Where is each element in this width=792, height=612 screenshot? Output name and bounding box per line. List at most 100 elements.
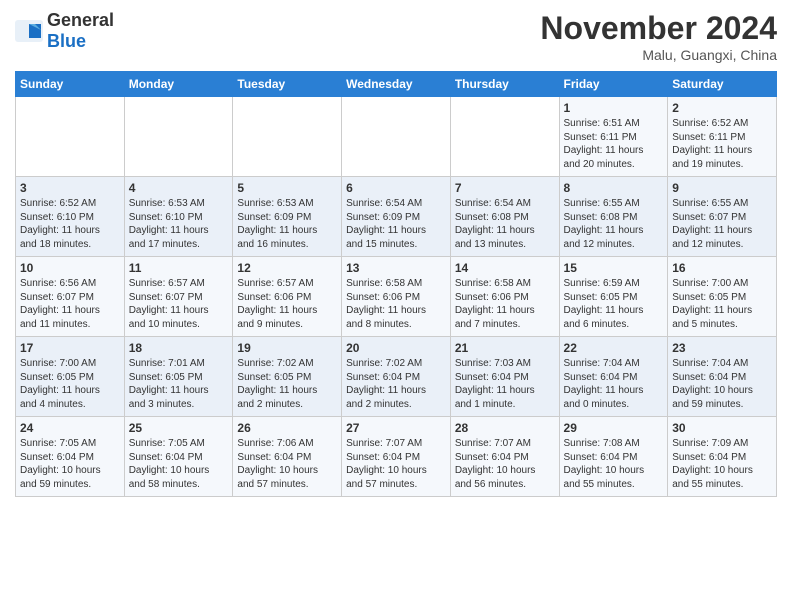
cell-content: Sunrise: 7:06 AM Sunset: 6:04 PM Dayligh…	[237, 437, 337, 491]
day-number: 22	[564, 341, 664, 355]
cell-content: Sunrise: 7:05 AM Sunset: 6:04 PM Dayligh…	[129, 437, 229, 491]
week-row-4: 17 Sunrise: 7:00 AM Sunset: 6:05 PM Dayli…	[16, 337, 777, 417]
cell-content: Sunrise: 6:53 AM Sunset: 6:10 PM Dayligh…	[129, 197, 229, 251]
logo-general: General	[47, 10, 114, 30]
calendar-cell: 28Sunrise: 7:07 AM Sunset: 6:04 PM Dayli…	[450, 417, 559, 497]
calendar-cell: 24Sunrise: 7:05 AM Sunset: 6:04 PM Dayli…	[16, 417, 125, 497]
cell-content: Sunrise: 7:07 AM Sunset: 6:04 PM Dayligh…	[455, 437, 555, 491]
day-number: 26	[237, 421, 337, 435]
day-number: 15	[564, 261, 664, 275]
day-number: 13	[346, 261, 446, 275]
day-number: 2	[672, 101, 772, 115]
calendar-cell: 26 Sunrise: 7:06 AM Sunset: 6:04 PM Dayli…	[233, 417, 342, 497]
day-number: 23	[672, 341, 772, 355]
day-number: 10	[20, 261, 120, 275]
logo-blue: Blue	[47, 31, 86, 51]
calendar-cell: 22 Sunrise: 7:04 AM Sunset: 6:04 PM Dayli…	[559, 337, 668, 417]
cell-content: Sunrise: 6:58 AM Sunset: 6:06 PM Dayligh…	[455, 277, 555, 331]
weekday-header-wednesday: Wednesday	[342, 72, 451, 97]
weekday-header-sunday: Sunday	[16, 72, 125, 97]
weekday-header-monday: Monday	[124, 72, 233, 97]
day-number: 18	[129, 341, 229, 355]
weekday-header-saturday: Saturday	[668, 72, 777, 97]
calendar-cell: 21Sunrise: 7:03 AM Sunset: 6:04 PM Dayli…	[450, 337, 559, 417]
day-number: 29	[564, 421, 664, 435]
month-title: November 2024	[540, 10, 777, 47]
day-number: 1	[564, 101, 664, 115]
cell-content: Sunrise: 6:56 AM Sunset: 6:07 PM Dayligh…	[20, 277, 120, 331]
day-number: 27	[346, 421, 446, 435]
day-number: 16	[672, 261, 772, 275]
cell-content: Sunrise: 7:01 AM Sunset: 6:05 PM Dayligh…	[129, 357, 229, 411]
calendar-cell: 19Sunrise: 7:02 AM Sunset: 6:05 PM Dayli…	[233, 337, 342, 417]
calendar-cell: 18 Sunrise: 7:01 AM Sunset: 6:05 PM Dayli…	[124, 337, 233, 417]
day-number: 30	[672, 421, 772, 435]
calendar-cell: 30Sunrise: 7:09 AM Sunset: 6:04 PM Dayli…	[668, 417, 777, 497]
calendar-cell	[124, 97, 233, 177]
cell-content: Sunrise: 6:59 AM Sunset: 6:05 PM Dayligh…	[564, 277, 664, 331]
cell-content: Sunrise: 6:57 AM Sunset: 6:07 PM Dayligh…	[129, 277, 229, 331]
calendar-cell: 23 Sunrise: 7:04 AM Sunset: 6:04 PM Dayli…	[668, 337, 777, 417]
cell-content: Sunrise: 7:07 AM Sunset: 6:04 PM Dayligh…	[346, 437, 446, 491]
calendar-cell: 29 Sunrise: 7:08 AM Sunset: 6:04 PM Dayli…	[559, 417, 668, 497]
cell-content: Sunrise: 6:57 AM Sunset: 6:06 PM Dayligh…	[237, 277, 337, 331]
calendar-cell: 17 Sunrise: 7:00 AM Sunset: 6:05 PM Dayli…	[16, 337, 125, 417]
cell-content: Sunrise: 6:51 AM Sunset: 6:11 PM Dayligh…	[564, 117, 664, 171]
cell-content: Sunrise: 7:00 AM Sunset: 6:05 PM Dayligh…	[20, 357, 120, 411]
cell-content: Sunrise: 7:08 AM Sunset: 6:04 PM Dayligh…	[564, 437, 664, 491]
cell-content: Sunrise: 7:00 AM Sunset: 6:05 PM Dayligh…	[672, 277, 772, 331]
calendar-cell: 14Sunrise: 6:58 AM Sunset: 6:06 PM Dayli…	[450, 257, 559, 337]
cell-content: Sunrise: 6:55 AM Sunset: 6:08 PM Dayligh…	[564, 197, 664, 251]
weekday-header-thursday: Thursday	[450, 72, 559, 97]
calendar-cell	[233, 97, 342, 177]
calendar-cell: 13 Sunrise: 6:58 AM Sunset: 6:06 PM Dayli…	[342, 257, 451, 337]
logo-icon	[15, 20, 43, 42]
cell-content: Sunrise: 7:02 AM Sunset: 6:04 PM Dayligh…	[346, 357, 446, 411]
logo-text: General Blue	[47, 10, 114, 52]
day-number: 5	[237, 181, 337, 195]
weekday-header-tuesday: Tuesday	[233, 72, 342, 97]
week-row-1: 1 Sunrise: 6:51 AM Sunset: 6:11 PM Daylig…	[16, 97, 777, 177]
day-number: 9	[672, 181, 772, 195]
calendar-cell: 27 Sunrise: 7:07 AM Sunset: 6:04 PM Dayli…	[342, 417, 451, 497]
day-number: 7	[455, 181, 555, 195]
calendar-cell: 2Sunrise: 6:52 AM Sunset: 6:11 PM Daylig…	[668, 97, 777, 177]
weekday-header-row: SundayMondayTuesdayWednesdayThursdayFrid…	[16, 72, 777, 97]
calendar-cell: 20 Sunrise: 7:02 AM Sunset: 6:04 PM Dayli…	[342, 337, 451, 417]
day-number: 11	[129, 261, 229, 275]
day-number: 17	[20, 341, 120, 355]
calendar-cell: 3Sunrise: 6:52 AM Sunset: 6:10 PM Daylig…	[16, 177, 125, 257]
cell-content: Sunrise: 7:04 AM Sunset: 6:04 PM Dayligh…	[564, 357, 664, 411]
cell-content: Sunrise: 7:02 AM Sunset: 6:05 PM Dayligh…	[237, 357, 337, 411]
cell-content: Sunrise: 6:55 AM Sunset: 6:07 PM Dayligh…	[672, 197, 772, 251]
cell-content: Sunrise: 7:03 AM Sunset: 6:04 PM Dayligh…	[455, 357, 555, 411]
calendar-cell: 1 Sunrise: 6:51 AM Sunset: 6:11 PM Daylig…	[559, 97, 668, 177]
calendar-cell: 10 Sunrise: 6:56 AM Sunset: 6:07 PM Dayli…	[16, 257, 125, 337]
calendar-cell: 9 Sunrise: 6:55 AM Sunset: 6:07 PM Daylig…	[668, 177, 777, 257]
week-row-5: 24 Sunrise: 7:05 AM Sunset: 6:04 PM Dayli…	[16, 417, 777, 497]
cell-content: Sunrise: 7:04 AM Sunset: 6:04 PM Dayligh…	[672, 357, 772, 411]
logo: General Blue	[15, 10, 114, 52]
day-number: 24	[20, 421, 120, 435]
day-number: 8	[564, 181, 664, 195]
page-header: General Blue November 2024 Malu, Guangxi…	[15, 10, 777, 63]
day-number: 3	[20, 181, 120, 195]
cell-content: Sunrise: 6:58 AM Sunset: 6:06 PM Dayligh…	[346, 277, 446, 331]
cell-content: Sunrise: 6:54 AM Sunset: 6:08 PM Dayligh…	[455, 197, 555, 251]
day-number: 6	[346, 181, 446, 195]
day-number: 12	[237, 261, 337, 275]
calendar-table: SundayMondayTuesdayWednesdayThursdayFrid…	[15, 71, 777, 497]
calendar-cell: 25 Sunrise: 7:05 AM Sunset: 6:04 PM Dayli…	[124, 417, 233, 497]
title-block: November 2024 Malu, Guangxi, China	[540, 10, 777, 63]
calendar-cell: 11 Sunrise: 6:57 AM Sunset: 6:07 PM Dayli…	[124, 257, 233, 337]
day-number: 4	[129, 181, 229, 195]
week-row-3: 10 Sunrise: 6:56 AM Sunset: 6:07 PM Dayli…	[16, 257, 777, 337]
cell-content: Sunrise: 6:54 AM Sunset: 6:09 PM Dayligh…	[346, 197, 446, 251]
day-number: 25	[129, 421, 229, 435]
calendar-cell	[450, 97, 559, 177]
calendar-cell: 15 Sunrise: 6:59 AM Sunset: 6:05 PM Dayli…	[559, 257, 668, 337]
day-number: 20	[346, 341, 446, 355]
location-title: Malu, Guangxi, China	[540, 47, 777, 63]
calendar-cell: 12 Sunrise: 6:57 AM Sunset: 6:06 PM Dayli…	[233, 257, 342, 337]
weekday-header-friday: Friday	[559, 72, 668, 97]
